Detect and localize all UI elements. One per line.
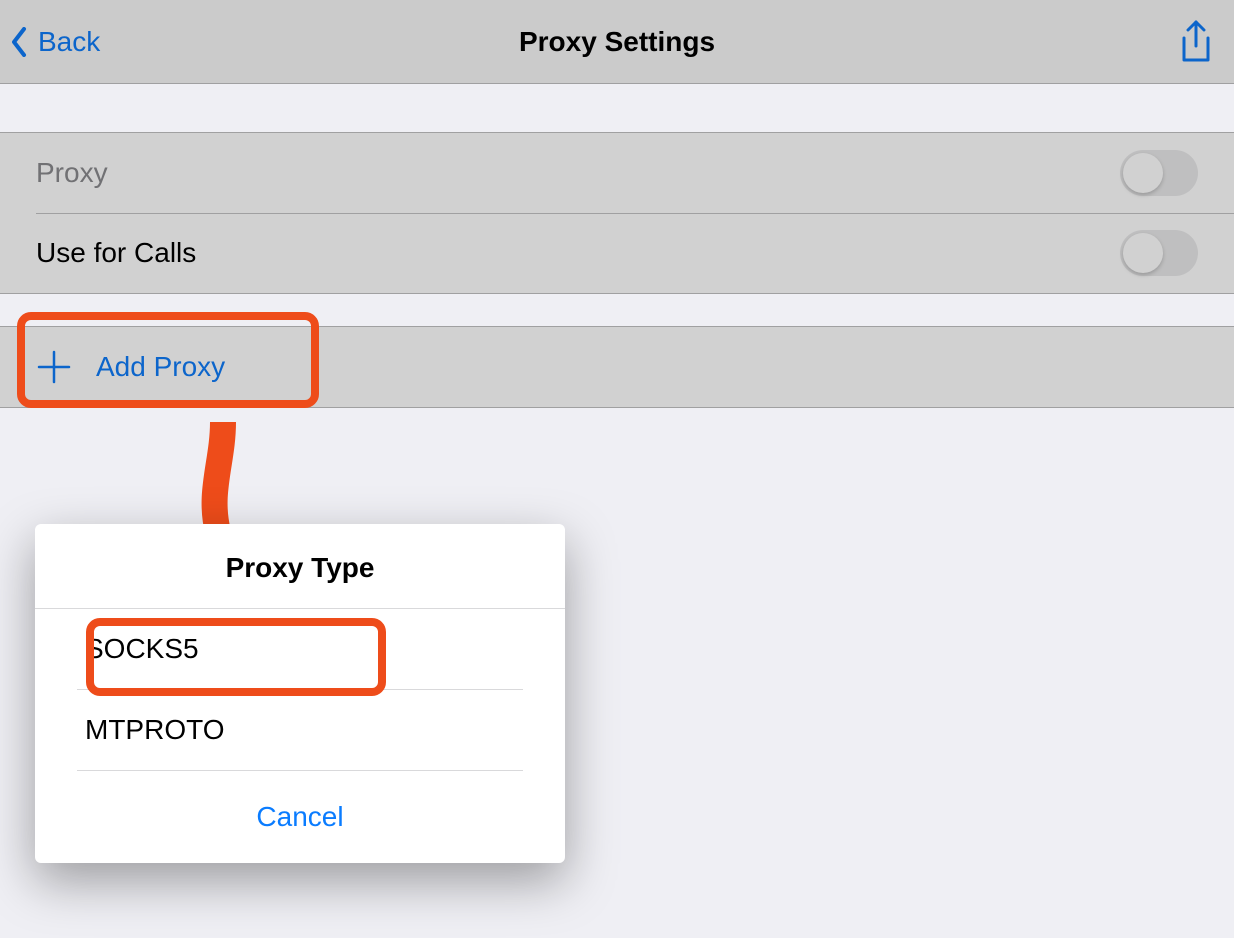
option-mtproto[interactable]: MTPROTO <box>77 690 523 771</box>
share-icon <box>1178 20 1214 64</box>
row-label-proxy: Proxy <box>36 157 1120 189</box>
add-proxy-list: Add Proxy <box>0 326 1234 408</box>
add-proxy-button[interactable]: Add Proxy <box>0 327 1234 407</box>
row-proxy-toggle: Proxy <box>0 133 1234 213</box>
calls-switch[interactable] <box>1120 230 1198 276</box>
cancel-button[interactable]: Cancel <box>35 771 565 849</box>
plus-icon <box>36 349 72 385</box>
navbar: Back Proxy Settings <box>0 0 1234 84</box>
switch-knob <box>1123 233 1163 273</box>
share-button[interactable] <box>1178 0 1214 83</box>
row-label-calls: Use for Calls <box>36 237 1120 269</box>
settings-list: Proxy Use for Calls <box>0 132 1234 294</box>
back-label: Back <box>38 26 100 58</box>
option-socks5[interactable]: SOCKS5 <box>77 609 523 690</box>
page-title: Proxy Settings <box>519 26 715 58</box>
add-proxy-label: Add Proxy <box>96 351 1234 383</box>
back-button[interactable]: Back <box>10 0 100 83</box>
proxy-switch[interactable] <box>1120 150 1198 196</box>
modal-title: Proxy Type <box>35 552 565 584</box>
row-use-for-calls: Use for Calls <box>0 213 1234 293</box>
chevron-left-icon <box>10 27 28 57</box>
proxy-type-modal: Proxy Type SOCKS5 MTPROTO Cancel <box>35 524 565 863</box>
switch-knob <box>1123 153 1163 193</box>
